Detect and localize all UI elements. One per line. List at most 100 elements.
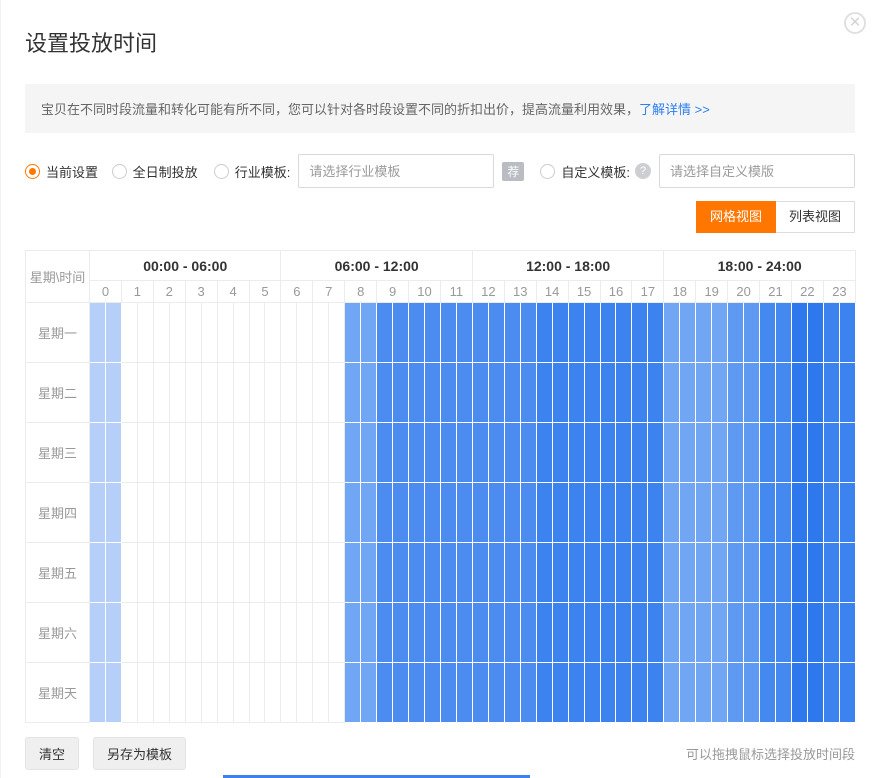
schedule-cell[interactable]: [249, 543, 265, 603]
schedule-cell[interactable]: [313, 663, 329, 723]
schedule-cell[interactable]: [696, 303, 712, 363]
schedule-cell[interactable]: [504, 483, 520, 543]
schedule-cell[interactable]: [552, 603, 568, 663]
schedule-cell[interactable]: [329, 663, 345, 723]
schedule-cell[interactable]: [456, 663, 472, 723]
schedule-cell[interactable]: [313, 483, 329, 543]
schedule-cell[interactable]: [121, 483, 137, 543]
schedule-cell[interactable]: [201, 363, 217, 423]
schedule-cell[interactable]: [456, 303, 472, 363]
schedule-cell[interactable]: [536, 483, 552, 543]
schedule-cell[interactable]: [775, 303, 791, 363]
schedule-cell[interactable]: [265, 363, 281, 423]
schedule-cell[interactable]: [201, 483, 217, 543]
schedule-cell[interactable]: [839, 663, 855, 723]
schedule-cell[interactable]: [425, 363, 441, 423]
schedule-cell[interactable]: [361, 423, 377, 483]
schedule-cell[interactable]: [233, 483, 249, 543]
schedule-cell[interactable]: [552, 483, 568, 543]
schedule-cell[interactable]: [265, 423, 281, 483]
schedule-cell[interactable]: [504, 363, 520, 423]
schedule-cell[interactable]: [648, 543, 664, 603]
schedule-cell[interactable]: [728, 543, 744, 603]
schedule-cell[interactable]: [233, 303, 249, 363]
schedule-cell[interactable]: [185, 603, 201, 663]
schedule-cell[interactable]: [568, 303, 584, 363]
schedule-cell[interactable]: [552, 303, 568, 363]
schedule-cell[interactable]: [504, 663, 520, 723]
schedule-cell[interactable]: [377, 483, 393, 543]
schedule-cell[interactable]: [648, 663, 664, 723]
schedule-cell[interactable]: [345, 303, 361, 363]
schedule-cell[interactable]: [775, 423, 791, 483]
schedule-cell[interactable]: [361, 543, 377, 603]
schedule-cell[interactable]: [281, 663, 297, 723]
schedule-cell[interactable]: [600, 543, 616, 603]
schedule-cell[interactable]: [520, 543, 536, 603]
schedule-cell[interactable]: [297, 363, 313, 423]
schedule-cell[interactable]: [297, 543, 313, 603]
schedule-cell[interactable]: [153, 543, 169, 603]
schedule-cell[interactable]: [616, 483, 632, 543]
save-as-template-button[interactable]: 另存为模板: [93, 737, 186, 770]
schedule-cell[interactable]: [520, 603, 536, 663]
schedule-cell[interactable]: [233, 363, 249, 423]
schedule-cell[interactable]: [217, 363, 233, 423]
schedule-cell[interactable]: [520, 363, 536, 423]
radio-current-settings[interactable]: 当前设置: [25, 162, 98, 181]
schedule-cell[interactable]: [361, 663, 377, 723]
schedule-cell[interactable]: [775, 543, 791, 603]
schedule-cell[interactable]: [90, 483, 106, 543]
schedule-cell[interactable]: [361, 483, 377, 543]
schedule-cell[interactable]: [345, 423, 361, 483]
schedule-cell[interactable]: [488, 303, 504, 363]
schedule-cell[interactable]: [520, 663, 536, 723]
schedule-cell[interactable]: [664, 663, 680, 723]
schedule-cell[interactable]: [105, 423, 121, 483]
schedule-cell[interactable]: [728, 303, 744, 363]
schedule-cell[interactable]: [425, 603, 441, 663]
schedule-cell[interactable]: [440, 363, 456, 423]
schedule-cell[interactable]: [616, 603, 632, 663]
schedule-cell[interactable]: [185, 303, 201, 363]
schedule-cell[interactable]: [728, 603, 744, 663]
schedule-cell[interactable]: [281, 423, 297, 483]
list-view-button[interactable]: 列表视图: [776, 201, 855, 233]
schedule-cell[interactable]: [393, 663, 409, 723]
schedule-cell[interactable]: [249, 483, 265, 543]
schedule-cell[interactable]: [90, 303, 106, 363]
help-question-icon[interactable]: ?: [635, 163, 651, 179]
schedule-cell[interactable]: [313, 423, 329, 483]
schedule-cell[interactable]: [409, 363, 425, 423]
schedule-cell[interactable]: [137, 303, 153, 363]
schedule-cell[interactable]: [297, 303, 313, 363]
schedule-cell[interactable]: [791, 663, 807, 723]
schedule-cell[interactable]: [185, 423, 201, 483]
schedule-cell[interactable]: [185, 363, 201, 423]
schedule-cell[interactable]: [568, 663, 584, 723]
schedule-cell[interactable]: [217, 303, 233, 363]
schedule-cell[interactable]: [728, 423, 744, 483]
schedule-cell[interactable]: [728, 483, 744, 543]
schedule-cell[interactable]: [169, 363, 185, 423]
schedule-cell[interactable]: [823, 483, 839, 543]
schedule-cell[interactable]: [90, 663, 106, 723]
schedule-cell[interactable]: [137, 363, 153, 423]
schedule-cell[interactable]: [281, 603, 297, 663]
schedule-cell[interactable]: [297, 423, 313, 483]
schedule-cell[interactable]: [680, 543, 696, 603]
schedule-cell[interactable]: [823, 303, 839, 363]
schedule-cell[interactable]: [712, 603, 728, 663]
schedule-cell[interactable]: [728, 363, 744, 423]
schedule-cell[interactable]: [217, 603, 233, 663]
schedule-cell[interactable]: [249, 663, 265, 723]
schedule-cell[interactable]: [105, 483, 121, 543]
schedule-cell[interactable]: [345, 363, 361, 423]
schedule-cell[interactable]: [90, 543, 106, 603]
schedule-cell[interactable]: [409, 423, 425, 483]
close-button[interactable]: ✕: [844, 12, 866, 34]
schedule-cell[interactable]: [217, 663, 233, 723]
schedule-cell[interactable]: [839, 303, 855, 363]
schedule-cell[interactable]: [425, 423, 441, 483]
schedule-cell[interactable]: [807, 663, 823, 723]
